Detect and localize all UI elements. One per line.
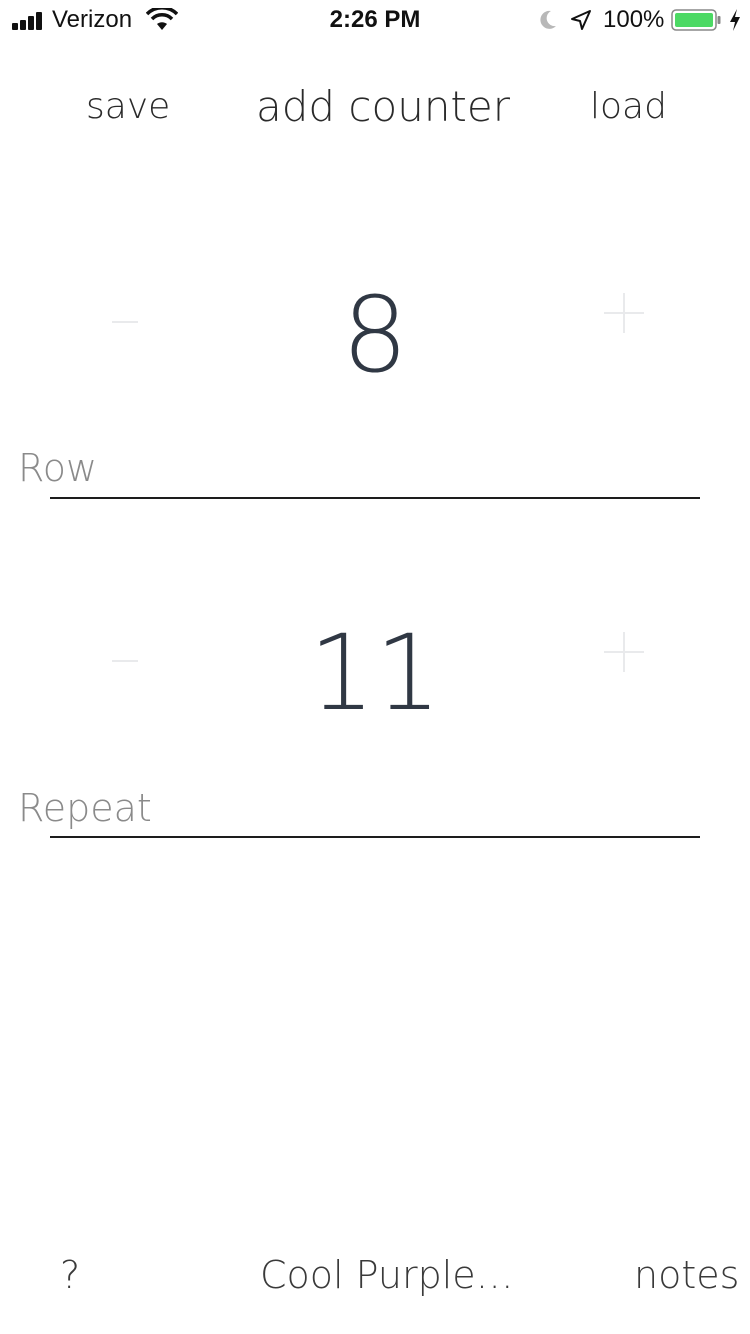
battery-percent: 100%: [603, 6, 665, 33]
counter-label[interactable]: Row: [18, 446, 97, 490]
add-counter-button[interactable]: add counter: [256, 82, 510, 132]
counter-underline: [50, 497, 700, 499]
charging-bolt-icon: [730, 9, 740, 31]
battery-icon: [671, 9, 721, 31]
counter-underline: [50, 836, 700, 838]
theme-button[interactable]: Cool Purple…: [260, 1250, 514, 1300]
counter-value[interactable]: 11: [0, 613, 750, 733]
moon-icon: [540, 10, 556, 29]
status-bar: Verizon 2:26 PM 100%: [0, 0, 750, 40]
save-button[interactable]: save: [86, 82, 170, 132]
load-button[interactable]: load: [590, 82, 667, 132]
location-arrow-icon: [571, 10, 591, 30]
counter-label[interactable]: Repeat: [18, 786, 152, 830]
help-button[interactable]: ?: [60, 1250, 80, 1300]
counter-value[interactable]: 8: [0, 275, 750, 395]
notes-button[interactable]: notes: [634, 1250, 739, 1300]
